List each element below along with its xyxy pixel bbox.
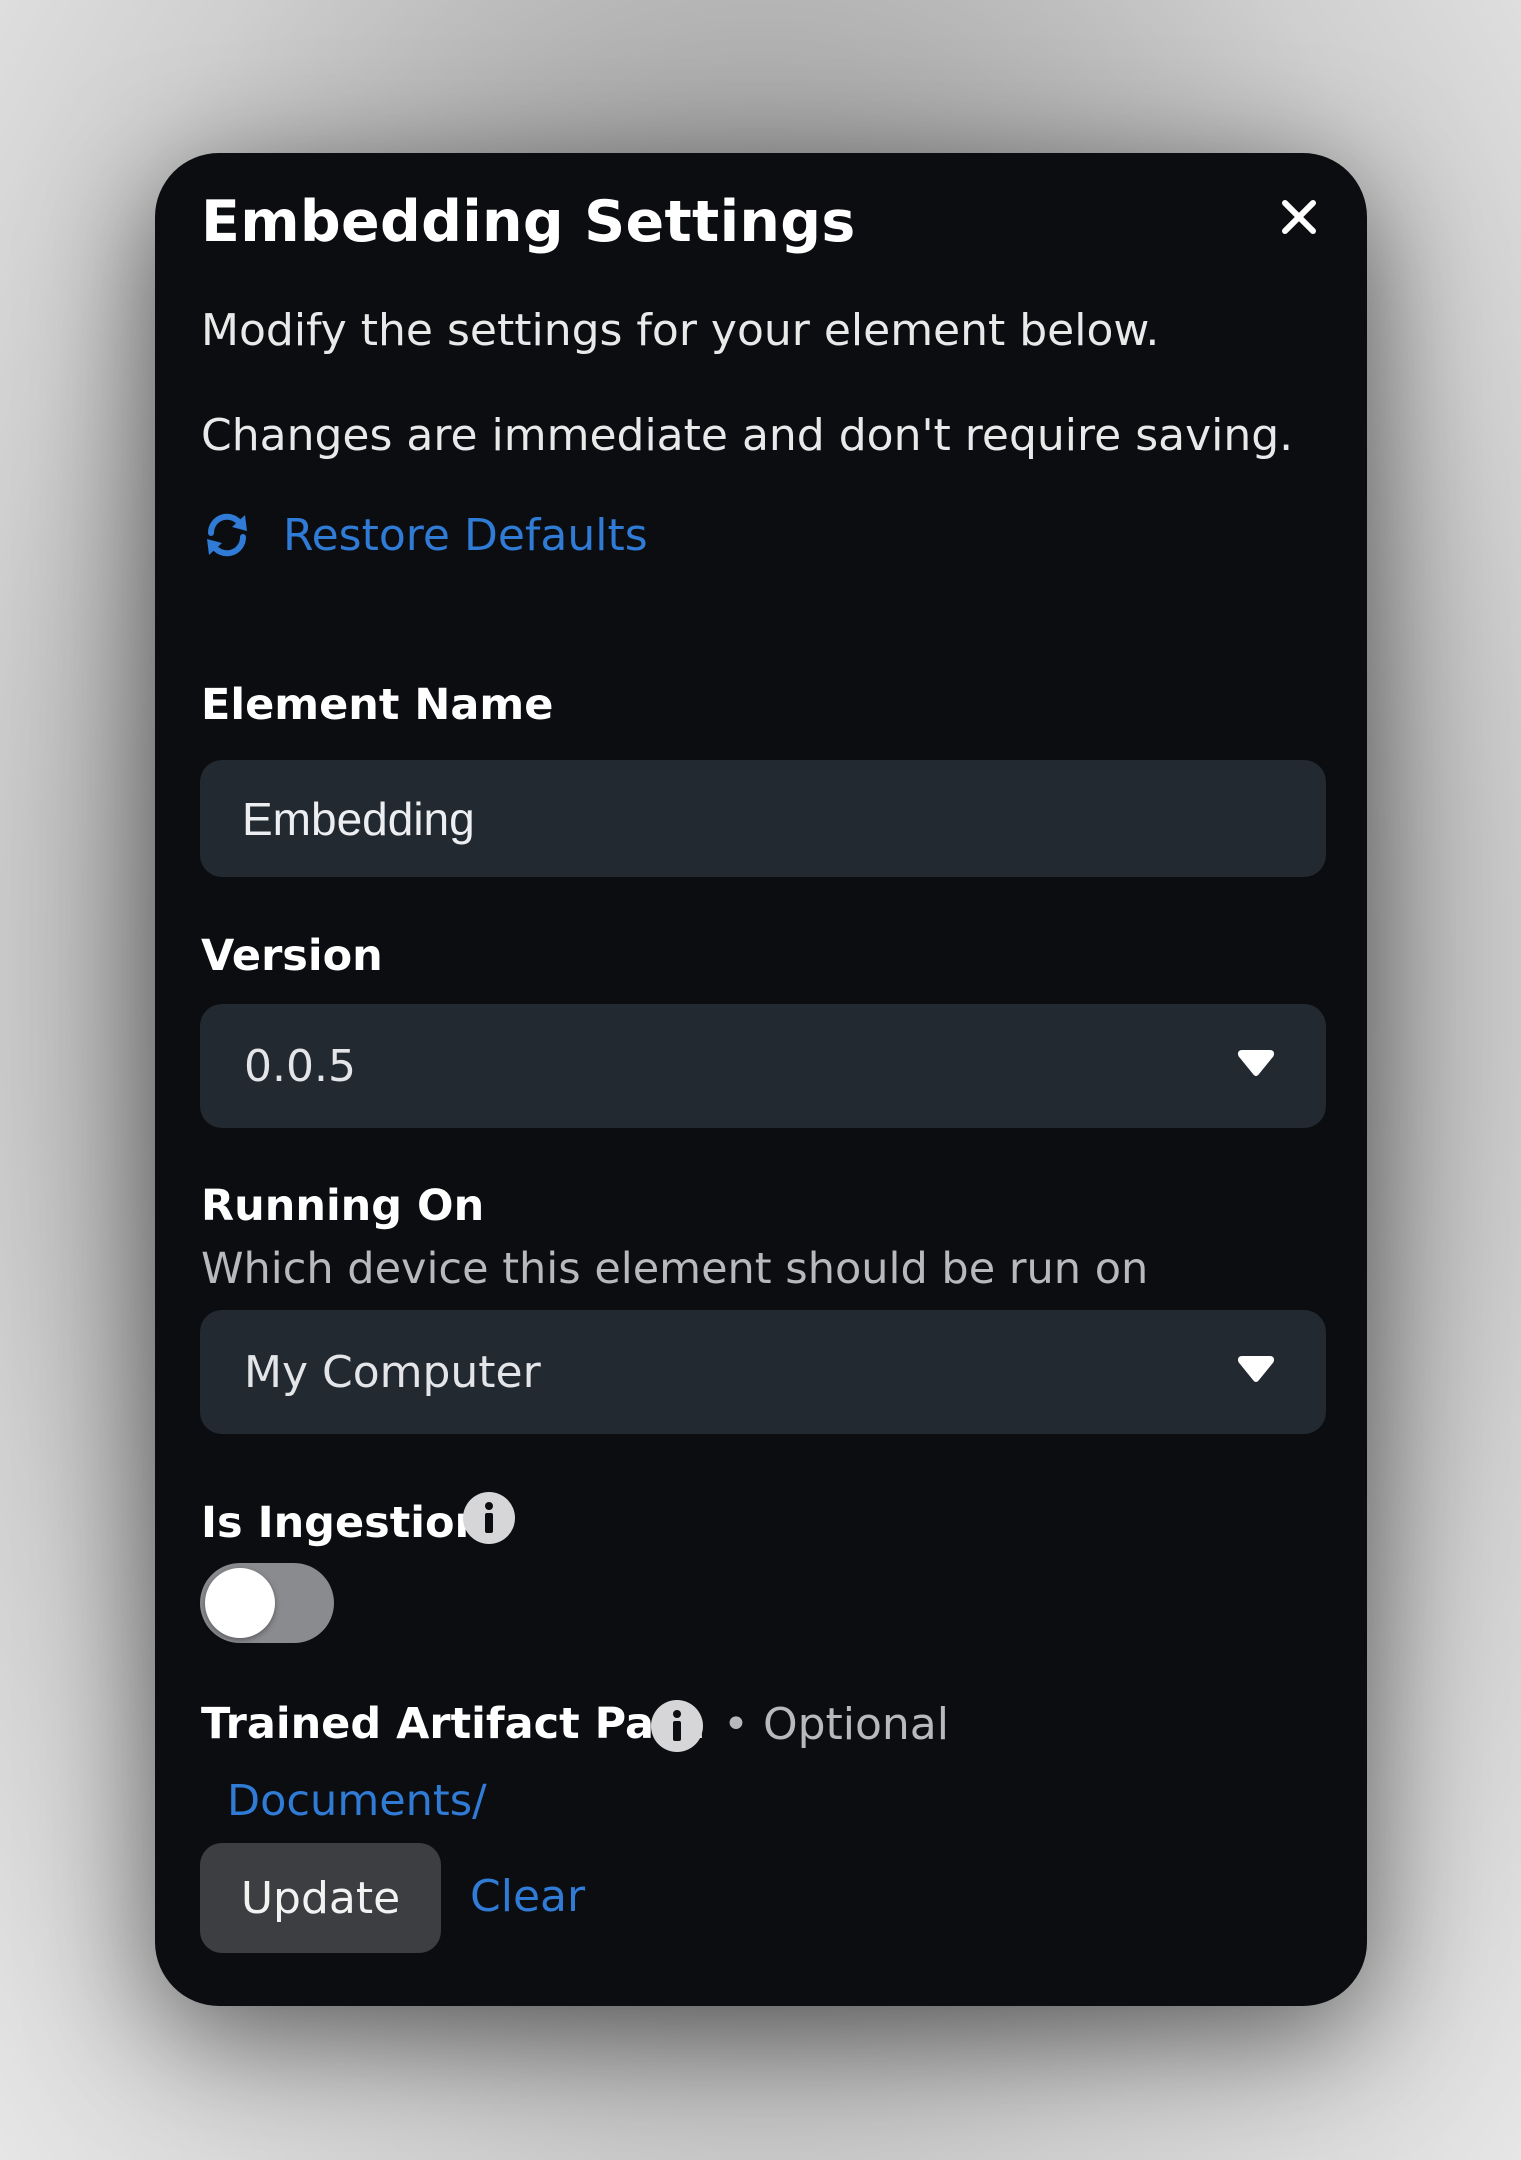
caret-down-icon <box>1238 1050 1274 1076</box>
close-icon <box>1282 200 1316 234</box>
dialog-description: Modify the settings for your element bel… <box>201 305 1160 356</box>
running-on-selected-value: My Computer <box>244 1346 541 1398</box>
artifact-path-link[interactable]: Documents/ <box>227 1776 487 1826</box>
version-selected-value: 0.0.5 <box>244 1040 356 1092</box>
running-on-select[interactable]: My Computer <box>200 1310 1326 1434</box>
update-button[interactable]: Update <box>200 1843 441 1953</box>
element-name-input[interactable] <box>242 791 1326 846</box>
trained-artifact-path-label: Trained Artifact Path <box>201 1699 706 1749</box>
clear-button[interactable]: Clear <box>470 1871 585 1922</box>
running-on-label: Running On <box>201 1181 485 1231</box>
element-name-field[interactable] <box>200 760 1326 877</box>
info-icon[interactable] <box>462 1491 516 1545</box>
restore-defaults-button[interactable]: Restore Defaults <box>201 509 648 561</box>
caret-down-icon <box>1238 1356 1274 1382</box>
version-label: Version <box>201 931 383 981</box>
refresh-icon <box>207 513 247 557</box>
version-select[interactable]: 0.0.5 <box>200 1004 1326 1128</box>
element-name-label: Element Name <box>201 680 554 730</box>
running-on-helper: Which device this element should be run … <box>201 1244 1149 1294</box>
restore-defaults-label: Restore Defaults <box>283 509 648 561</box>
is-ingestion-label: Is Ingestion <box>201 1498 486 1548</box>
is-ingestion-toggle[interactable] <box>200 1563 334 1643</box>
info-icon[interactable] <box>650 1699 704 1753</box>
toggle-knob <box>205 1568 275 1638</box>
embedding-settings-dialog: Embedding Settings Modify the settings f… <box>155 153 1367 2006</box>
dialog-note: Changes are immediate and don't require … <box>201 410 1294 461</box>
optional-tag: • Optional <box>723 1699 949 1750</box>
close-button[interactable] <box>1267 185 1331 249</box>
dialog-title: Embedding Settings <box>201 189 856 255</box>
